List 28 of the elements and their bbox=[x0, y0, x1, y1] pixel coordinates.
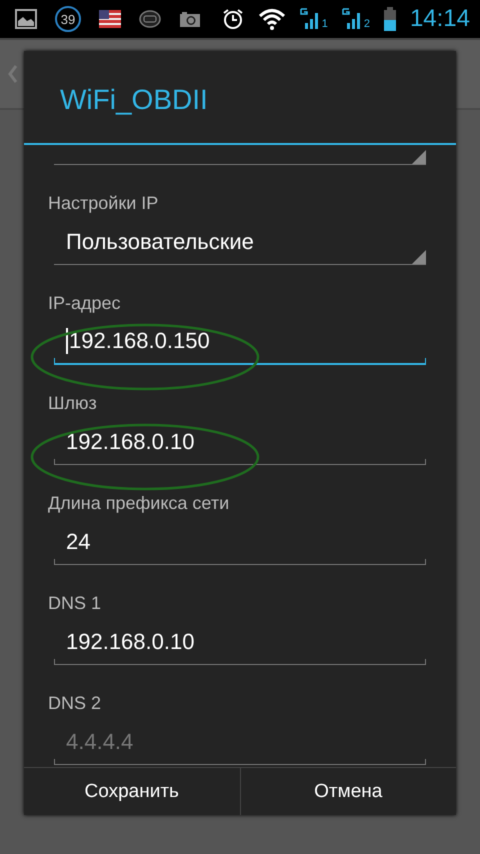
field-label: Настройки IP bbox=[48, 192, 160, 215]
sim-number: 2 bbox=[364, 19, 370, 30]
back-icon bbox=[8, 64, 18, 84]
image-icon bbox=[15, 9, 37, 29]
field-label: DNS 1 bbox=[48, 592, 102, 615]
input-field[interactable]: 192.168.0.10 bbox=[54, 415, 426, 465]
battery-icon bbox=[384, 7, 396, 31]
notification-badge: 39 bbox=[55, 6, 81, 32]
flag-icon bbox=[99, 10, 121, 28]
alarm-icon bbox=[222, 8, 244, 30]
sim-number: 1 bbox=[322, 19, 328, 30]
dialog-button[interactable]: Сохранить bbox=[24, 768, 240, 815]
dialog-title: WiFi_OBDII bbox=[24, 51, 456, 145]
dropdown[interactable]: Пользовательские bbox=[54, 215, 426, 265]
dropdown-arrow-icon bbox=[412, 250, 426, 264]
field-label: Шлюз bbox=[48, 392, 98, 415]
input-field[interactable]: 24 bbox=[54, 515, 426, 565]
dialog-button[interactable]: Отмена bbox=[240, 768, 456, 815]
field-label: IP-адрес bbox=[48, 292, 122, 315]
dropdown-arrow-icon bbox=[412, 150, 426, 164]
camera-icon bbox=[179, 10, 201, 28]
clock-time: 14:14 bbox=[410, 5, 470, 33]
input-field[interactable]: 192.168.0.150 bbox=[54, 315, 426, 365]
wifi-icon bbox=[258, 8, 286, 30]
input-field[interactable]: 192.168.0.10 bbox=[54, 615, 426, 665]
field-label: DNS 2 bbox=[48, 692, 102, 715]
obd-icon bbox=[139, 9, 161, 29]
field-label: Длина префикса сети bbox=[48, 492, 230, 515]
